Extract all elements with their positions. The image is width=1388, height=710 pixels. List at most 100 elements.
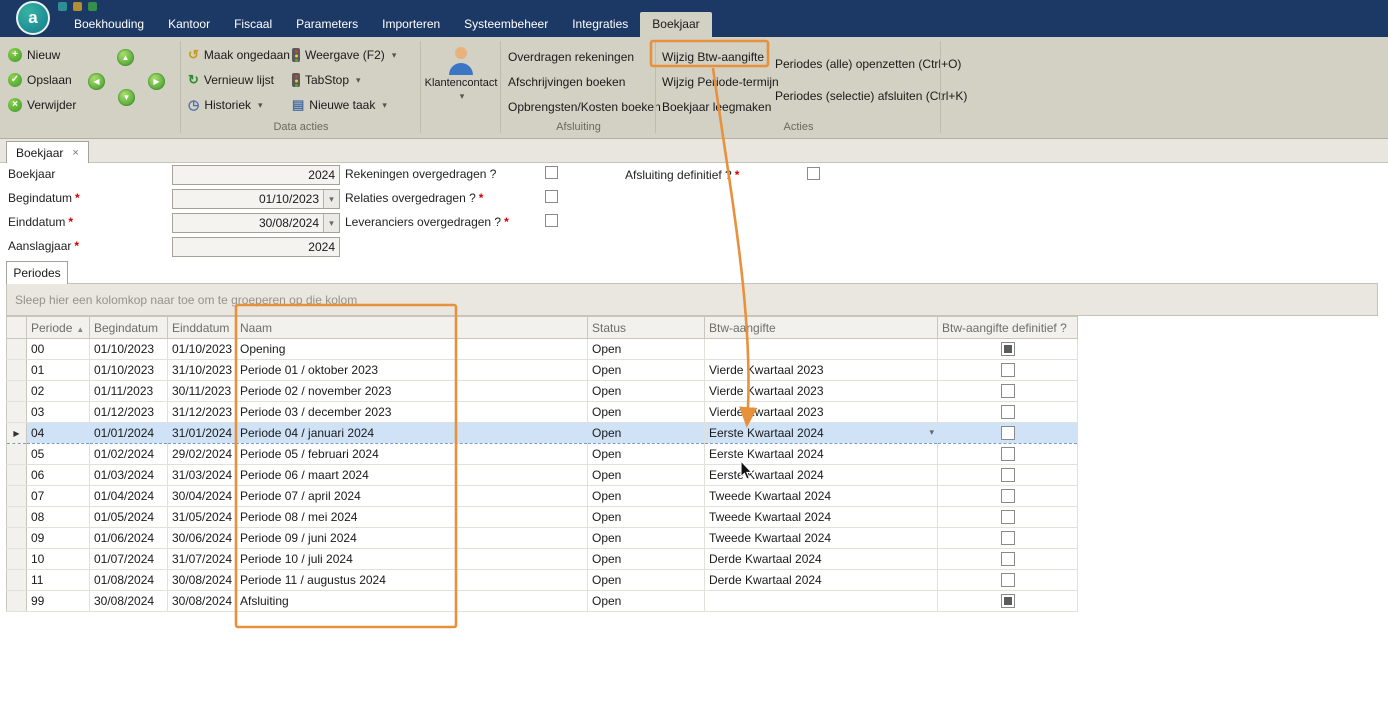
btw-definitief-checkbox[interactable]	[1001, 552, 1015, 566]
btw-definitief-checkbox[interactable]	[1001, 489, 1015, 503]
close-tab-icon[interactable]: ×	[72, 147, 78, 159]
cell-naam[interactable]: Periode 05 / februari 2024	[236, 444, 588, 465]
cell-einddatum[interactable]: 30/08/2024	[168, 570, 236, 591]
column-header-periode[interactable]: Periode▲	[27, 317, 90, 339]
historiek-button[interactable]: ◷ Historiek ▾	[188, 95, 263, 115]
cell-naam[interactable]: Periode 09 / juni 2024	[236, 528, 588, 549]
cell-status[interactable]: Open	[588, 507, 705, 528]
boekjaar-leegmaken-button[interactable]: Boekjaar leegmaken	[662, 97, 771, 117]
table-row[interactable]: 02 01/11/2023 30/11/2023 Periode 02 / no…	[7, 381, 1078, 402]
cell-einddatum[interactable]: 30/06/2024	[168, 528, 236, 549]
btw-definitief-checkbox[interactable]	[1001, 594, 1015, 608]
cell-periode[interactable]: 05	[27, 444, 90, 465]
btw-definitief-checkbox[interactable]	[1001, 342, 1015, 356]
column-header-btw-definitief[interactable]: Btw-aangifte definitief ?	[938, 317, 1078, 339]
cell-btw-aangifte[interactable]: Vierde Kwartaal 2023 ▾	[705, 360, 938, 381]
menu-tab-kantoor[interactable]: Kantoor	[156, 12, 222, 37]
tabstop-button[interactable]: TabStop ▾	[292, 70, 361, 90]
cell-periode[interactable]: 00	[27, 339, 90, 360]
rekeningen-overgedragen-checkbox[interactable]	[545, 166, 558, 179]
nieuw-button[interactable]: + Nieuw	[8, 45, 60, 65]
cell-status[interactable]: Open	[588, 444, 705, 465]
table-row[interactable]: ▶ 04 01/01/2024 31/01/2024 Periode 04 / …	[7, 423, 1078, 444]
einddatum-input[interactable]: 30/08/2024 ▾	[172, 213, 340, 233]
cell-naam[interactable]: Periode 04 / januari 2024	[236, 423, 588, 444]
nieuwe-taak-button[interactable]: ▤ Nieuwe taak ▾	[292, 95, 387, 115]
quick-access-icon[interactable]	[88, 2, 97, 11]
cell-periode[interactable]: 10	[27, 549, 90, 570]
cell-btw-aangifte[interactable]: Derde Kwartaal 2024 ▾	[705, 549, 938, 570]
btw-definitief-checkbox[interactable]	[1001, 384, 1015, 398]
tab-periodes[interactable]: Periodes	[6, 261, 68, 284]
cell-status[interactable]: Open	[588, 486, 705, 507]
cell-status[interactable]: Open	[588, 549, 705, 570]
table-row[interactable]: 10 01/07/2024 31/07/2024 Periode 10 / ju…	[7, 549, 1078, 570]
relaties-overgedragen-checkbox[interactable]	[545, 190, 558, 203]
menu-tab-boekhouding[interactable]: Boekhouding	[62, 12, 156, 37]
date-dropdown-icon[interactable]: ▾	[323, 214, 339, 232]
menu-tab-importeren[interactable]: Importeren	[370, 12, 452, 37]
cell-begindatum[interactable]: 01/01/2024	[90, 423, 168, 444]
table-row[interactable]: 01 01/10/2023 31/10/2023 Periode 01 / ok…	[7, 360, 1078, 381]
table-row[interactable]: 09 01/06/2024 30/06/2024 Periode 09 / ju…	[7, 528, 1078, 549]
cell-status[interactable]: Open	[588, 528, 705, 549]
cell-begindatum[interactable]: 01/04/2024	[90, 486, 168, 507]
aanslagjaar-input[interactable]: 2024	[172, 237, 340, 257]
cell-btw-aangifte[interactable]: Eerste Kwartaal 2024 ▾	[705, 423, 938, 444]
column-header-status[interactable]: Status	[588, 317, 705, 339]
cell-einddatum[interactable]: 31/07/2024	[168, 549, 236, 570]
column-header-einddatum[interactable]: Einddatum	[168, 317, 236, 339]
cell-status[interactable]: Open	[588, 360, 705, 381]
cell-naam[interactable]: Periode 06 / maart 2024	[236, 465, 588, 486]
date-dropdown-icon[interactable]: ▾	[323, 190, 339, 208]
cell-periode[interactable]: 07	[27, 486, 90, 507]
periodes-selectie-afsluiten-button[interactable]: Periodes (selectie) afsluiten (Ctrl+K)	[775, 86, 967, 106]
column-header-begindatum[interactable]: Begindatum	[90, 317, 168, 339]
cell-btw-aangifte[interactable]: Tweede Kwartaal 2024 ▾	[705, 507, 938, 528]
cell-begindatum[interactable]: 01/08/2024	[90, 570, 168, 591]
periodes-alle-openzetten-button[interactable]: Periodes (alle) openzetten (Ctrl+O)	[775, 54, 961, 74]
cell-einddatum[interactable]: 31/01/2024	[168, 423, 236, 444]
cell-btw-definitief[interactable]	[938, 570, 1078, 591]
klantencontact-button[interactable]: Klantencontact ▾	[422, 45, 500, 102]
cell-status[interactable]: Open	[588, 381, 705, 402]
quick-access-icon[interactable]	[73, 2, 82, 11]
cell-btw-aangifte[interactable]: Tweede Kwartaal 2024 ▾	[705, 528, 938, 549]
cell-naam[interactable]: Periode 08 / mei 2024	[236, 507, 588, 528]
maak-ongedaan-button[interactable]: ↺ Maak ongedaan	[188, 45, 290, 65]
quick-access-icon[interactable]	[58, 2, 67, 11]
cell-einddatum[interactable]: 31/10/2023	[168, 360, 236, 381]
cell-status[interactable]: Open	[588, 339, 705, 360]
table-row[interactable]: 00 01/10/2023 01/10/2023 Opening Open ▾	[7, 339, 1078, 360]
table-row[interactable]: 99 30/08/2024 30/08/2024 Afsluiting Open…	[7, 591, 1078, 612]
cell-einddatum[interactable]: 29/02/2024	[168, 444, 236, 465]
menu-tab-systeembeheer[interactable]: Systeembeheer	[452, 12, 560, 37]
cell-naam[interactable]: Periode 10 / juli 2024	[236, 549, 588, 570]
btw-definitief-checkbox[interactable]	[1001, 468, 1015, 482]
column-header-btw-aangifte[interactable]: Btw-aangifte	[705, 317, 938, 339]
cell-periode[interactable]: 01	[27, 360, 90, 381]
cell-btw-definitief[interactable]	[938, 402, 1078, 423]
cell-btw-aangifte[interactable]: ▾	[705, 591, 938, 612]
cell-periode[interactable]: 03	[27, 402, 90, 423]
menu-tab-integraties[interactable]: Integraties	[560, 12, 640, 37]
cell-begindatum[interactable]: 01/11/2023	[90, 381, 168, 402]
cell-begindatum[interactable]: 01/07/2024	[90, 549, 168, 570]
menu-tab-parameters[interactable]: Parameters	[284, 12, 370, 37]
cell-btw-definitief[interactable]	[938, 339, 1078, 360]
menu-tab-boekjaar[interactable]: Boekjaar	[640, 12, 711, 37]
btw-definitief-checkbox[interactable]	[1001, 573, 1015, 587]
cell-btw-aangifte[interactable]: Vierde Kwartaal 2023 ▾	[705, 381, 938, 402]
menu-tab-fiscaal[interactable]: Fiscaal	[222, 12, 284, 37]
cell-naam[interactable]: Periode 01 / oktober 2023	[236, 360, 588, 381]
cell-btw-aangifte[interactable]: Tweede Kwartaal 2024 ▾	[705, 486, 938, 507]
combo-dropdown-icon[interactable]: ▾	[929, 427, 934, 438]
btw-definitief-checkbox[interactable]	[1001, 426, 1015, 440]
cell-einddatum[interactable]: 01/10/2023	[168, 339, 236, 360]
table-row[interactable]: 05 01/02/2024 29/02/2024 Periode 05 / fe…	[7, 444, 1078, 465]
cell-naam[interactable]: Periode 11 / augustus 2024	[236, 570, 588, 591]
cell-periode[interactable]: 09	[27, 528, 90, 549]
cell-begindatum[interactable]: 01/10/2023	[90, 339, 168, 360]
weergave-button[interactable]: Weergave (F2) ▾	[292, 45, 396, 65]
btw-definitief-checkbox[interactable]	[1001, 510, 1015, 524]
